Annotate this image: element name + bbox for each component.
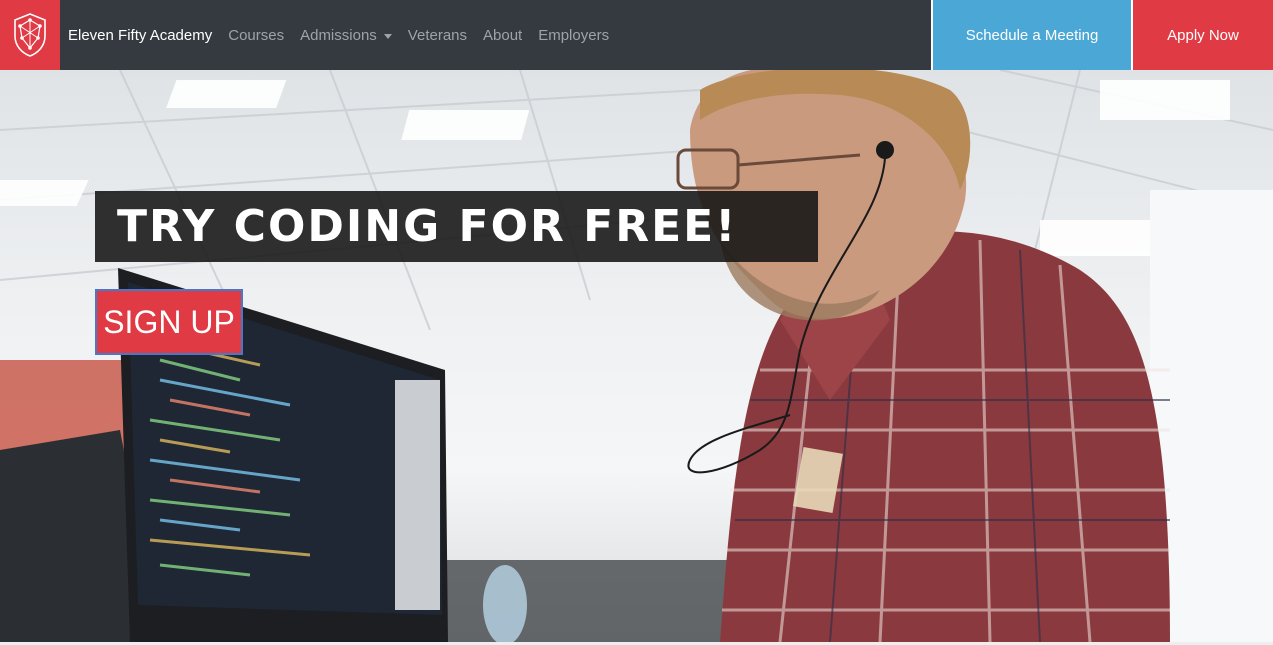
brand-name[interactable]: Eleven Fifty Academy <box>60 0 220 70</box>
nav-link-admissions[interactable]: Admissions <box>292 27 400 44</box>
headline-banner: TRY CODING FOR FREE! <box>95 191 818 262</box>
apply-now-button[interactable]: Apply Now <box>1131 0 1273 70</box>
hero-banner: TRY CODING FOR FREE! SIGN UP <box>0 70 1273 642</box>
main-nav: Courses Admissions Veterans About Employ… <box>220 0 617 70</box>
sign-up-button[interactable]: SIGN UP <box>95 289 243 355</box>
nav-link-admissions-label: Admissions <box>300 26 377 44</box>
top-navbar: Eleven Fifty Academy Courses Admissions … <box>0 0 1273 70</box>
hero-headline: TRY CODING FOR FREE! <box>117 201 738 252</box>
nav-link-about[interactable]: About <box>475 27 530 44</box>
chevron-down-icon <box>383 33 392 39</box>
nav-link-courses[interactable]: Courses <box>220 27 292 44</box>
schedule-meeting-button[interactable]: Schedule a Meeting <box>931 0 1131 70</box>
brand-logo[interactable] <box>0 0 60 70</box>
nav-link-employers[interactable]: Employers <box>530 27 617 44</box>
hero-background-image <box>0 70 1273 642</box>
nav-link-veterans[interactable]: Veterans <box>400 27 475 44</box>
shield-logo-icon <box>14 13 46 57</box>
